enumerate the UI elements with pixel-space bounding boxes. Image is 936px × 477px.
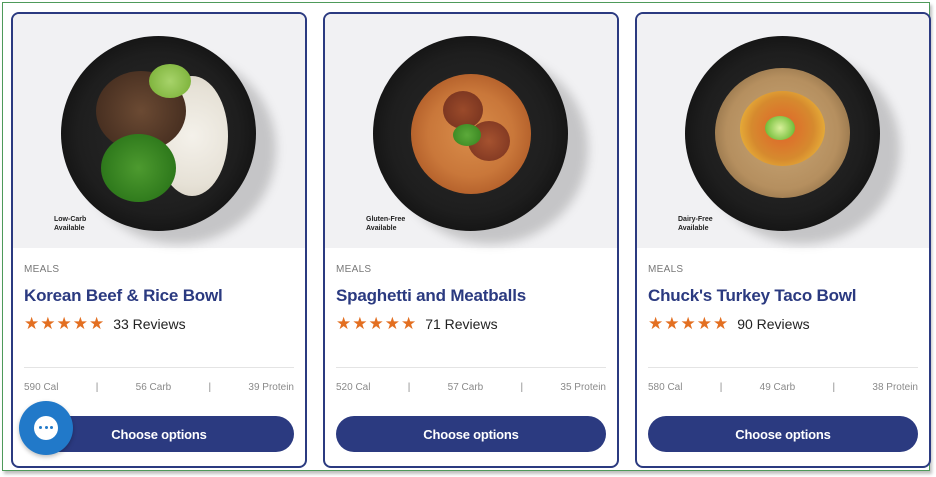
protein: 35 Protein [560,382,606,393]
diet-badge: Low-Carb Available [54,216,87,232]
protein: 39 Protein [248,382,294,393]
product-card-turkey-taco[interactable]: Dairy-Free Available MEALS Chuck's Turke… [635,12,931,468]
chat-button[interactable] [19,401,73,455]
separator: | [407,382,411,393]
divider [648,367,918,368]
diet-badge: Gluten-Free Available [366,216,406,232]
edamame [149,64,191,98]
page-frame: Low-Carb Available MEALS Korean Beef & R… [2,2,931,471]
chat-dot [50,426,53,429]
choose-options-button[interactable]: Choose options [648,416,918,452]
divider [24,367,294,368]
product-image[interactable]: Low-Carb Available [13,14,305,248]
category-label: MEALS [336,264,372,275]
rating[interactable]: ★★★★★ 33 Reviews [24,315,186,332]
product-image[interactable]: Dairy-Free Available [637,14,929,248]
plate [61,36,256,231]
divider [336,367,606,368]
product-title[interactable]: Spaghetti and Meatballs [336,286,526,306]
star-rating-icon: ★★★★★ [336,314,418,333]
review-count[interactable]: 33 Reviews [113,316,185,332]
choose-options-button[interactable]: Choose options [336,416,606,452]
product-card-korean-beef[interactable]: Low-Carb Available MEALS Korean Beef & R… [11,12,307,468]
carbs: 57 Carb [447,382,484,393]
rating[interactable]: ★★★★★ 71 Reviews [336,315,498,332]
nutrition-info: 590 Cal | 56 Carb | 39 Protein [24,382,294,393]
lime [765,116,795,140]
calories: 590 Cal [24,382,59,393]
protein: 38 Protein [872,382,918,393]
separator: | [719,382,723,393]
nutrition-info: 520 Cal | 57 Carb | 35 Protein [336,382,606,393]
calories: 520 Cal [336,382,371,393]
basil [453,124,481,146]
review-count[interactable]: 90 Reviews [737,316,809,332]
plate [685,36,880,231]
chat-dot [39,426,42,429]
category-label: MEALS [648,264,684,275]
carbs: 49 Carb [759,382,796,393]
product-title[interactable]: Chuck's Turkey Taco Bowl [648,286,857,306]
carbs: 56 Carb [135,382,172,393]
nutrition-info: 580 Cal | 49 Carb | 38 Protein [648,382,918,393]
product-card-spaghetti[interactable]: Gluten-Free Available MEALS Spaghetti an… [323,12,619,468]
plate [373,36,568,231]
review-count[interactable]: 71 Reviews [425,316,497,332]
star-rating-icon: ★★★★★ [24,314,106,333]
calories: 580 Cal [648,382,683,393]
product-image[interactable]: Gluten-Free Available [325,14,617,248]
separator: | [832,382,836,393]
broccoli [101,134,176,202]
rating[interactable]: ★★★★★ 90 Reviews [648,315,810,332]
chat-bubble-icon [34,416,58,440]
separator: | [95,382,99,393]
separator: | [520,382,524,393]
chat-dot [44,426,48,429]
star-rating-icon: ★★★★★ [648,314,730,333]
diet-badge: Dairy-Free Available [678,216,713,232]
product-title[interactable]: Korean Beef & Rice Bowl [24,286,223,306]
category-label: MEALS [24,264,60,275]
separator: | [208,382,212,393]
